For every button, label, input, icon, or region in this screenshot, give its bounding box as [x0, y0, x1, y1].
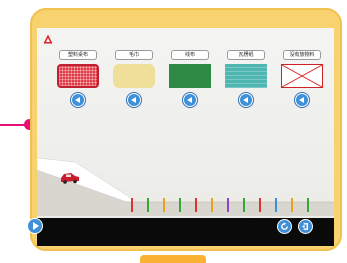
plastic-tablecloth-swatch[interactable]	[57, 64, 99, 88]
cotton-cloth-swatch[interactable]	[169, 64, 211, 88]
towel-swatch[interactable]	[113, 64, 155, 88]
material-corrugated-paper[interactable]: 瓦楞纸	[223, 50, 269, 107]
refresh-icon	[281, 222, 288, 230]
material-towel[interactable]: 毛巾	[111, 50, 157, 107]
speaker-icon[interactable]	[127, 93, 141, 107]
material-cotton-cloth[interactable]: 线布	[167, 50, 213, 107]
corrugated-paper-swatch[interactable]	[225, 64, 267, 88]
cross-icon	[282, 65, 322, 87]
back-button[interactable]	[298, 219, 313, 234]
back-icon	[301, 223, 309, 230]
speaker-icon[interactable]	[239, 93, 253, 107]
material-none[interactable]: 没有放物料	[279, 50, 325, 107]
speaker-icon[interactable]	[183, 93, 197, 107]
app-screen: 塑料桌布 毛巾 线布 瓦楞纸 没有放物料	[37, 28, 334, 246]
material-plastic-tablecloth[interactable]: 塑料桌布	[55, 50, 101, 107]
ramp-track	[37, 158, 334, 216]
no-material-swatch[interactable]	[281, 64, 323, 88]
material-label: 线布	[171, 50, 209, 60]
material-label: 没有放物料	[283, 50, 321, 60]
app-logo-icon	[43, 34, 53, 44]
material-label: 毛巾	[115, 50, 153, 60]
play-button[interactable]	[27, 218, 43, 234]
speaker-icon[interactable]	[71, 93, 85, 107]
tablet-home-button[interactable]	[140, 255, 206, 263]
reset-button[interactable]	[277, 219, 292, 234]
speaker-icon[interactable]	[295, 93, 309, 107]
material-label: 塑料桌布	[59, 50, 97, 60]
material-label: 瓦楞纸	[227, 50, 265, 60]
